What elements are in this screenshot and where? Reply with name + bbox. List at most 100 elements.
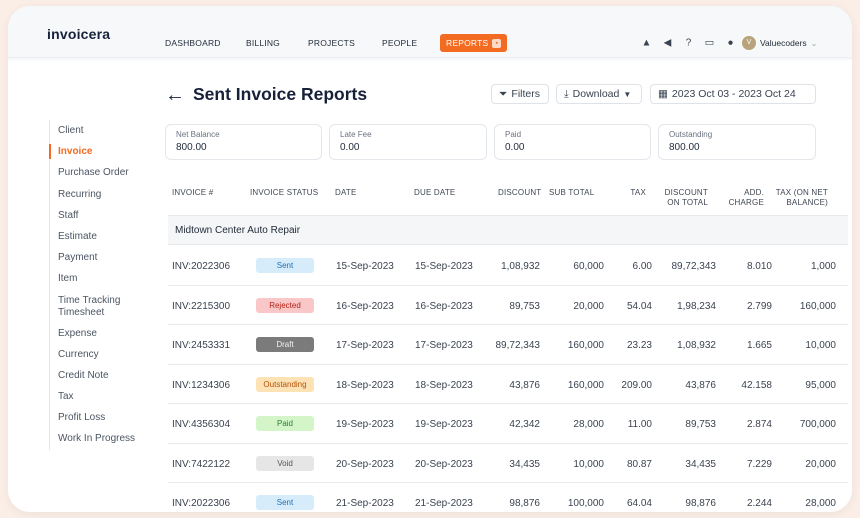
cell-date: 21-Sep-2023: [336, 498, 394, 509]
nav-people[interactable]: PEOPLE: [382, 38, 417, 48]
header-discount[interactable]: DISCOUNT: [498, 188, 541, 198]
summary-card-net-balance: Net Balance 800.00: [165, 124, 322, 160]
back-arrow-icon[interactable]: ←: [165, 85, 185, 105]
cell-tax: 11.00: [627, 419, 652, 430]
header-tax-on-net-balance[interactable]: TAX (ON NET BALANCE): [772, 188, 828, 208]
cell-add-charge: 42.158: [741, 379, 772, 391]
table-row[interactable]: INV:1234306 18-Sep-2023 18-Sep-2023 43,876 1…: [168, 365, 848, 404]
android-icon[interactable]: ▲: [641, 38, 652, 49]
header-tax[interactable]: TAX: [622, 188, 646, 198]
megaphone-icon[interactable]: ◀: [662, 38, 673, 49]
page-header: ← Sent Invoice Reports: [165, 84, 367, 105]
sidebar-item-item[interactable]: Item: [50, 268, 159, 289]
cell-sub-total: 20,000: [573, 300, 604, 312]
status-badge: Sent: [256, 495, 314, 510]
cell-due-date: 18-Sep-2023: [415, 379, 473, 391]
user-menu[interactable]: V Valuecoders ⌄: [742, 36, 817, 50]
summary-label: Late Fee: [340, 130, 372, 139]
sidebar-item-client[interactable]: Client: [50, 120, 159, 141]
cell-tax: 64.04: [626, 498, 652, 509]
header-discount-on-total[interactable]: DISCOUNT ON TOTAL: [658, 188, 708, 208]
header-invoice-status[interactable]: INVOICE STATUS: [250, 188, 318, 198]
sidebar-item-work-in-progress[interactable]: Work In Progress: [50, 428, 159, 449]
download-icon: ⤓: [564, 87, 569, 100]
nav-billing[interactable]: BILLING: [246, 38, 280, 48]
sidebar-item-currency[interactable]: Currency: [50, 344, 159, 365]
nav-reports[interactable]: REPORTS ▪: [440, 34, 508, 52]
header-invoice-number[interactable]: INVOICE #: [172, 188, 213, 198]
cell-discount-on-total: 89,72,343: [671, 261, 717, 272]
sidebar-item-tax[interactable]: Tax: [50, 386, 159, 407]
header-date[interactable]: DATE: [335, 188, 357, 198]
cell-sub-total: 28,000: [573, 419, 604, 430]
app-logo[interactable]: invoicera: [47, 26, 110, 42]
sidebar-item-payment[interactable]: Payment: [50, 247, 159, 268]
sidebar-item-credit-note[interactable]: Credit Note: [50, 365, 159, 386]
cell-add-charge: 1.665: [746, 340, 772, 351]
cell-tax-on-net-balance: 700,000: [799, 419, 836, 430]
table-row[interactable]: INV:2453331 17-Sep-2023 17-Sep-2023 89,72,3…: [168, 325, 848, 365]
table-row[interactable]: INV:2215300 16-Sep-2023 16-Sep-2023 89,753 2…: [168, 286, 848, 325]
cell-tax-on-net-balance: 10,000: [805, 340, 836, 351]
summary-label: Outstanding: [669, 130, 713, 139]
table-row[interactable]: INV:4356304 19-Sep-2023 19-Sep-2023 42,342 2…: [168, 404, 848, 444]
caret-down-icon: ▼: [623, 89, 632, 99]
cell-invoice-number[interactable]: INV:4356304: [172, 419, 230, 430]
cell-tax: 209.00: [621, 379, 652, 391]
date-range-picker[interactable]: ▦ 2023 Oct 03 - 2023 Oct 24: [650, 84, 816, 104]
nav-dashboard[interactable]: DASHBOARD: [165, 38, 221, 48]
table-row[interactable]: INV:2022306 21-Sep-2023 21-Sep-2023 98,876 1…: [168, 483, 848, 512]
client-group-row: Midtown Center Auto Repair: [168, 215, 848, 245]
cell-invoice-number[interactable]: INV:2022306: [172, 498, 230, 509]
sidebar-item-profit-loss[interactable]: Profit Loss: [50, 407, 159, 428]
reports-badge-icon: ▪: [492, 38, 502, 48]
summary-card-late-fee: Late Fee 0.00: [329, 124, 487, 160]
sidebar-item-time-tracking[interactable]: Time Tracking Timesheet: [50, 290, 159, 323]
cell-add-charge: 2.244: [746, 498, 772, 509]
header-line: ADD.: [744, 188, 764, 197]
cell-invoice-number[interactable]: INV:1234306: [172, 380, 230, 391]
cell-due-date: 15-Sep-2023: [415, 261, 473, 272]
cell-invoice-number[interactable]: INV:2215300: [172, 301, 230, 312]
nav-projects[interactable]: PROJECTS: [308, 38, 355, 48]
card-icon[interactable]: ▭: [704, 38, 715, 49]
download-button[interactable]: ⤓ Download ▼: [556, 84, 642, 104]
sidebar-item-expense[interactable]: Expense: [50, 323, 159, 344]
sidebar-item-recurring[interactable]: Recurring: [50, 184, 159, 205]
cell-invoice-number[interactable]: INV:2022306: [172, 261, 230, 272]
cell-date: 16-Sep-2023: [336, 300, 394, 312]
cell-invoice-number[interactable]: INV:2453331: [172, 340, 230, 351]
app-window: invoicera DASHBOARD BILLING PROJECTS PEO…: [8, 6, 852, 512]
cell-tax: 80.87: [626, 458, 652, 470]
date-range-value: 2023 Oct 03 - 2023 Oct 24: [671, 88, 796, 100]
status-badge: Void: [256, 455, 314, 471]
cell-due-date: 16-Sep-2023: [415, 300, 473, 312]
status-badge: Draft: [256, 337, 314, 352]
top-icon-group: ▲ ◀ ? ▭ ●: [641, 38, 736, 49]
header-due-date[interactable]: DUE DATE: [414, 188, 455, 198]
sidebar-item-staff[interactable]: Staff: [50, 205, 159, 226]
cell-sub-total: 60,000: [573, 261, 604, 272]
header-add-charge[interactable]: ADD. CHARGE: [724, 188, 764, 208]
header-sub-total[interactable]: SUB TOTAL: [549, 188, 594, 198]
header-line: TAX (ON NET: [775, 188, 828, 197]
status-badge: Paid: [256, 416, 314, 431]
summary-value: 0.00: [505, 142, 525, 153]
table-row[interactable]: INV:2022306 15-Sep-2023 15-Sep-2023 1,08,93…: [168, 246, 848, 286]
header-line: BALANCE): [786, 198, 828, 207]
cell-tax-on-net-balance: 28,000: [805, 498, 836, 509]
sidebar-item-invoice[interactable]: Invoice: [49, 141, 159, 162]
sidebar-item-purchase-order[interactable]: Purchase Order: [50, 162, 159, 183]
top-navbar: invoicera DASHBOARD BILLING PROJECTS PEO…: [8, 6, 852, 58]
status-badge: Rejected: [256, 297, 314, 313]
help-icon[interactable]: ?: [683, 38, 694, 49]
table-row[interactable]: INV:7422122 20-Sep-2023 20-Sep-2023 34,435 1…: [168, 444, 848, 483]
bell-icon[interactable]: ●: [725, 38, 736, 49]
header-line: DISCOUNT: [664, 188, 708, 197]
cell-sub-total: 10,000: [573, 458, 604, 470]
cell-invoice-number[interactable]: INV:7422122: [172, 459, 230, 470]
filters-button[interactable]: ⏷ Filters: [491, 84, 549, 104]
sidebar-item-estimate[interactable]: Estimate: [50, 226, 159, 247]
chevron-down-icon: ⌄: [810, 38, 818, 48]
cell-tax: 23.23: [626, 340, 652, 351]
